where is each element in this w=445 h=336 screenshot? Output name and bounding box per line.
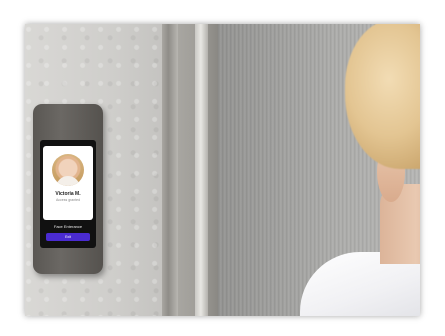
user-avatar <box>52 154 84 186</box>
status-label: Face Enterance <box>53 224 83 229</box>
avatar-shoulders <box>56 176 80 186</box>
wall-edge <box>162 24 178 316</box>
user-name: Victoria M. <box>55 191 81 197</box>
face-recognition-terminal: Victoria M. Access granted Face Enteranc… <box>33 104 103 274</box>
terminal-screen: Victoria M. Access granted Face Enteranc… <box>40 140 96 248</box>
photo: Victoria M. Access granted Face Enteranc… <box>25 24 420 316</box>
door-post <box>195 24 208 316</box>
exit-button[interactable]: Exit <box>46 233 90 241</box>
image-frame: Victoria M. Access granted Face Enteranc… <box>0 0 445 336</box>
profile-card: Victoria M. Access granted <box>43 146 93 220</box>
user-subtitle: Access granted <box>55 198 81 202</box>
